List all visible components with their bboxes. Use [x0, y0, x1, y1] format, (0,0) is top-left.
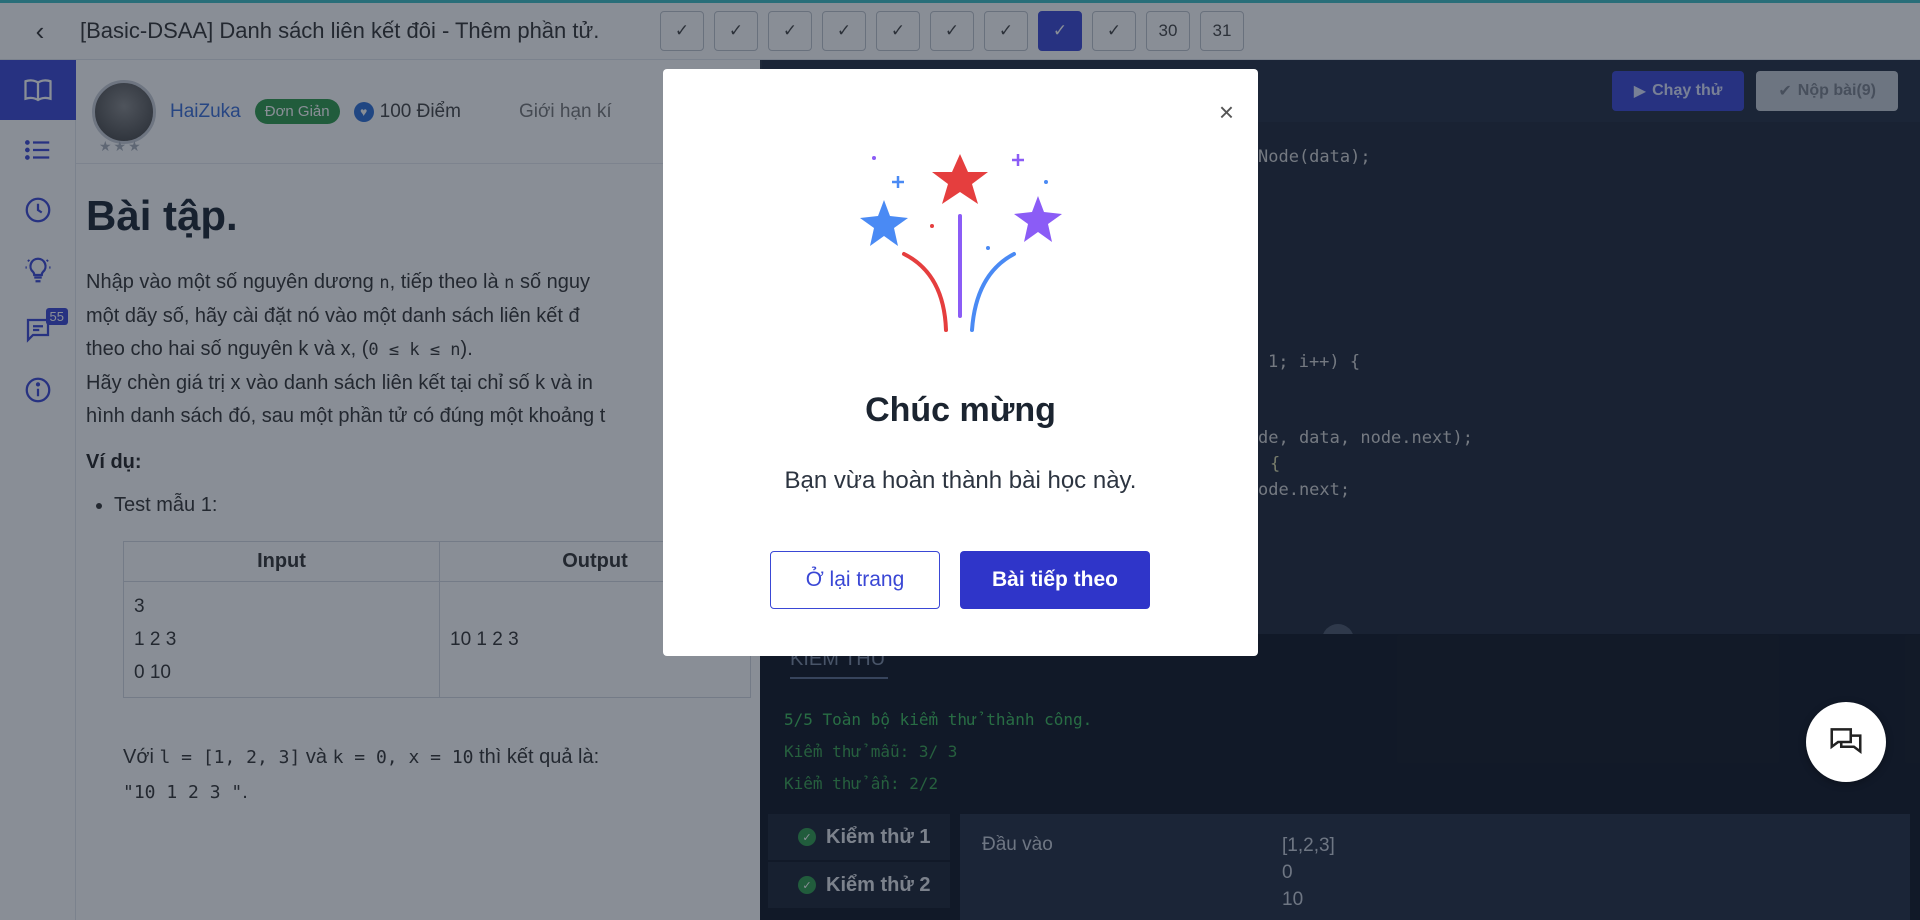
congrats-dialog: × Chúc mừng Bạn vừa hoàn thành bài học n…: [663, 69, 1258, 656]
celebration-stars-icon: [860, 154, 1062, 332]
dialog-message: Bạn vừa hoàn thành bài học này.: [784, 467, 1137, 494]
close-icon[interactable]: ×: [1219, 99, 1234, 125]
chat-support-button[interactable]: [1806, 702, 1886, 782]
chat-bubbles-icon: [1830, 728, 1862, 755]
next-lesson-button[interactable]: Bài tiếp theo: [960, 551, 1150, 609]
stay-on-page-button[interactable]: Ở lại trang: [770, 551, 940, 609]
dialog-title: Chúc mừng: [865, 391, 1056, 429]
